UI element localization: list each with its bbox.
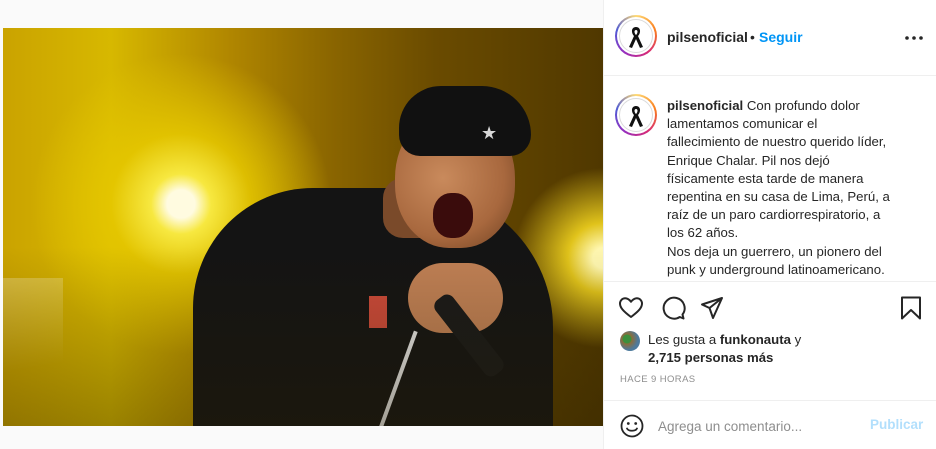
bookmark-icon [901,296,921,320]
follow-button[interactable]: Seguir [759,29,803,45]
caption-story-ring[interactable] [615,94,657,136]
comment-bar: Publicar [604,400,936,449]
post-sidebar: pilsenoficial • Seguir pilsenoficial Con… [603,0,936,449]
caption-line: los 62 años. [667,225,739,241]
liker-avatar[interactable] [620,331,640,351]
instagram-post: ★ pilsenoficial • Seguir [0,0,936,449]
likes-prefix: Les gusta a [648,332,717,347]
story-ring[interactable] [615,15,657,57]
caption-line: Enrique Chalar. Pil nos dejó [667,152,830,168]
caption-line: Con profundo dolor [746,98,860,113]
share-button[interactable] [699,295,725,321]
caption-line: raíz de un paro cardiorrespiratorio, a [667,207,881,223]
likes-summary: Les gusta a funkonauta y 2,715 personas … [620,330,920,370]
likes-suffix: y [794,332,802,347]
caption-line: físicamente esta tarde de manera [667,170,864,186]
smiley-icon [620,414,644,438]
emoji-button[interactable] [619,413,645,439]
caption-line: Nos deja un guerrero, un pionero del [667,243,882,259]
caption-username-link[interactable]: pilsenoficial [667,98,743,113]
avatar-frame [617,17,655,55]
caption-line: repentina en su casa de Lima, Perú, a [667,189,890,205]
heart-icon [619,297,643,318]
post-header: pilsenoficial • Seguir [604,0,936,76]
avatar-frame [617,96,655,134]
action-bar [604,290,936,326]
comment-input[interactable] [658,414,858,438]
header-username-link[interactable]: pilsenoficial [667,29,748,45]
comment-icon [662,296,686,320]
caption-line: punk y underground latinoamericano. [667,261,885,277]
liker-username-link[interactable]: funkonauta [720,332,791,347]
comment-button[interactable] [660,295,686,321]
likes-count-link[interactable]: 2,715 personas más [648,349,773,367]
separator-dot: • [750,29,755,45]
mourning-ribbon-icon [629,106,643,127]
save-button[interactable] [898,295,924,321]
avatar [619,19,653,53]
like-button[interactable] [618,295,644,321]
likes-text: Les gusta a funkonauta y [648,331,801,349]
mourning-ribbon-icon [629,27,643,48]
caption-avatar [619,98,653,132]
caption-line: lamentamos comunicar el [667,116,818,132]
photo-shading [3,28,603,426]
more-options-button[interactable] [902,28,926,48]
post-photo[interactable]: ★ [3,28,603,426]
caption-text: pilsenoficial Con profundo dolor lamenta… [667,97,917,279]
caption-section: pilsenoficial Con profundo dolor lamenta… [604,76,936,282]
publish-button[interactable]: Publicar [870,417,923,432]
send-icon [701,297,723,319]
post-timestamp[interactable]: HACE 9 HORAS [620,374,696,385]
caption-line: fallecimiento de nuestro querido líder, [667,134,887,150]
more-horizontal-icon [905,36,923,40]
